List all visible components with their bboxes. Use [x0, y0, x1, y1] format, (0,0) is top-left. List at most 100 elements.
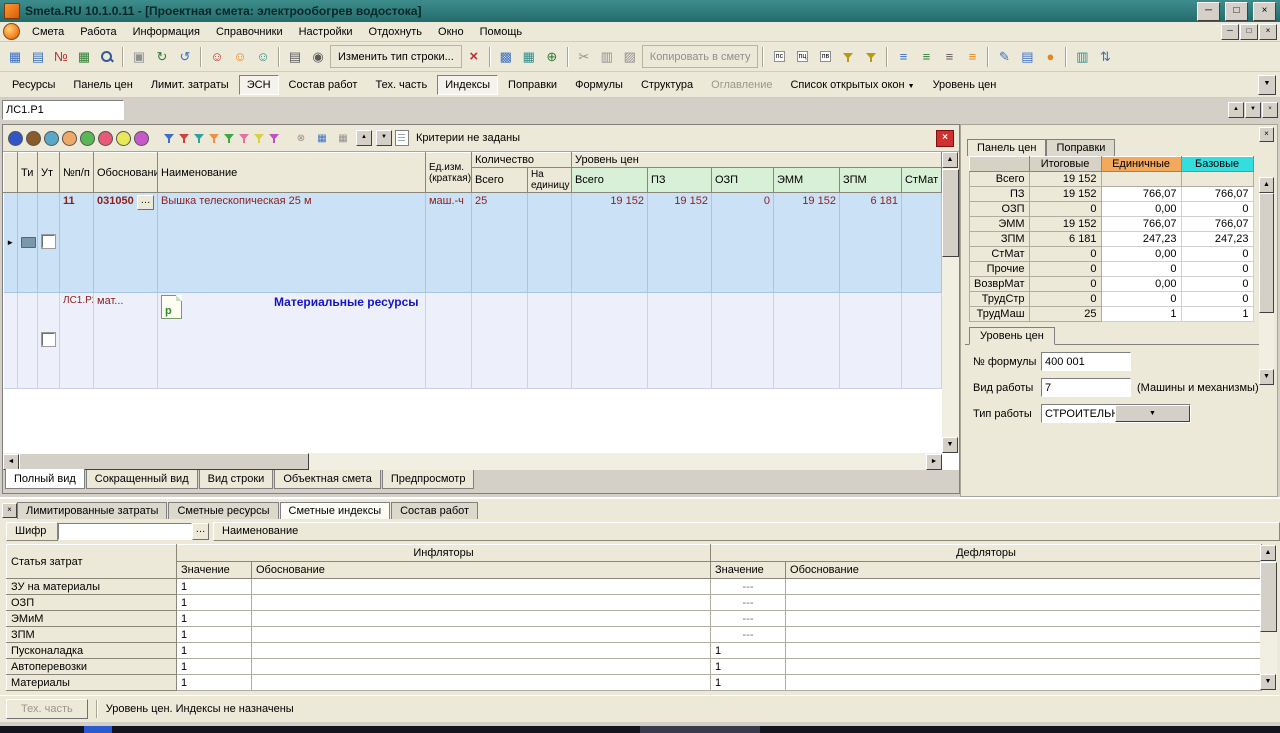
unit-value[interactable]: [1101, 172, 1181, 187]
col-header-ut[interactable]: Ут: [38, 153, 60, 193]
deflator-basis-cell[interactable]: [786, 643, 1262, 659]
tab-limit-zatraty[interactable]: Лимит. затраты: [143, 75, 237, 95]
deflator-value-cell[interactable]: 1: [711, 659, 786, 675]
base-value[interactable]: 766,07: [1181, 187, 1253, 202]
color-dot-brown-icon[interactable]: [26, 131, 41, 146]
col-header-inf-value[interactable]: Значение: [177, 562, 252, 579]
col-header-inf-basis[interactable]: Обоснование: [252, 562, 711, 579]
name-cell[interactable]: Вышка телескопическая 25 м: [158, 193, 426, 293]
qty-total-cell[interactable]: 25: [471, 193, 527, 293]
col-header-bazovye[interactable]: Базовые: [1181, 157, 1253, 172]
unit-value[interactable]: 247,23: [1101, 232, 1181, 247]
row-num-cell[interactable]: 11: [60, 193, 94, 293]
outline-level4-icon[interactable]: ≡: [961, 46, 983, 68]
inflator-value-cell[interactable]: 1: [177, 579, 252, 595]
scroll-up-icon[interactable]: ▲: [1259, 177, 1274, 193]
search-icon[interactable]: [96, 46, 118, 68]
work-kind-input[interactable]: [1041, 378, 1131, 397]
zpm-cell[interactable]: 6 181: [839, 193, 901, 293]
outline-level3-icon[interactable]: ≡: [938, 46, 960, 68]
filter-add-icon[interactable]: [837, 46, 859, 68]
menu-nastroyki[interactable]: Настройки: [291, 24, 361, 40]
qty-per-unit-cell[interactable]: [527, 293, 571, 389]
inflator-basis-cell[interactable]: [252, 659, 711, 675]
row-type-cell[interactable]: [18, 193, 38, 293]
user-add-icon[interactable]: ☺: [229, 46, 251, 68]
refresh-icon[interactable]: ↻: [151, 46, 173, 68]
col-header-price-total[interactable]: Всего: [571, 168, 647, 193]
col-header-unit[interactable]: Ед.изм. (краткая): [425, 153, 471, 193]
deflator-value-cell[interactable]: ---: [711, 595, 786, 611]
tab-estimate-resources[interactable]: Сметные ресурсы: [168, 502, 278, 519]
basis-cell[interactable]: мат...: [94, 293, 158, 389]
deflator-value-cell[interactable]: 1: [711, 675, 786, 691]
tab-popravki[interactable]: Поправки: [500, 75, 565, 95]
base-value[interactable]: 1: [1181, 307, 1253, 322]
scroll-down-icon[interactable]: ▼: [1260, 674, 1276, 690]
minimize-icon[interactable]: ─: [1197, 2, 1220, 21]
apply-filter-grid-icon[interactable]: ▦: [313, 129, 331, 147]
tab-formuly[interactable]: Формулы: [567, 75, 631, 95]
grid-horizontal-scrollbar[interactable]: ◄ ►: [3, 453, 942, 470]
base-value[interactable]: 0: [1181, 292, 1253, 307]
filter-funnel-magenta-icon[interactable]: [268, 132, 280, 144]
col-header-ozp[interactable]: ОЗП: [711, 168, 773, 193]
unit-value[interactable]: 1: [1101, 307, 1181, 322]
tab-esn[interactable]: ЭСН: [239, 75, 279, 95]
stmat-cell[interactable]: [901, 293, 941, 389]
insert-rows-icon[interactable]: ▤: [27, 46, 49, 68]
col-group-qty[interactable]: Количество: [471, 153, 571, 168]
approve-checkbox[interactable]: [42, 235, 55, 248]
inflator-value-cell[interactable]: 1: [177, 659, 252, 675]
inflator-value-cell[interactable]: 1: [177, 611, 252, 627]
unit-value[interactable]: 0,00: [1101, 202, 1181, 217]
excel-export-icon[interactable]: ▦: [73, 46, 95, 68]
menu-rabota[interactable]: Работа: [72, 24, 124, 40]
ozp-cell[interactable]: 0: [711, 193, 773, 293]
unit-value[interactable]: 0: [1101, 262, 1181, 277]
scroll-right-icon[interactable]: ►: [926, 454, 942, 470]
reload-icon[interactable]: ↺: [174, 46, 196, 68]
formula-input[interactable]: [1041, 352, 1131, 371]
col-header-qty-per-unit[interactable]: На единицу: [527, 168, 571, 193]
tab-sostav-rabot[interactable]: Состав работ: [281, 75, 366, 95]
col-header-stmat[interactable]: СтМат: [901, 168, 941, 193]
base-value[interactable]: 247,23: [1181, 232, 1253, 247]
grid-add-icon[interactable]: ⊕: [541, 46, 563, 68]
col-header-cost-article[interactable]: Статья затрат: [7, 545, 177, 579]
wizard-icon[interactable]: ☺: [252, 46, 274, 68]
open-windows-dropdown[interactable]: Список открытых окон▼: [782, 75, 922, 95]
tab-resursy[interactable]: Ресурсы: [4, 75, 63, 95]
close-filter-row-icon[interactable]: ×: [936, 130, 954, 147]
view-tab-short[interactable]: Сокращенный вид: [86, 470, 198, 489]
outline-level1-icon[interactable]: ≡: [892, 46, 914, 68]
grid-vertical-scrollbar[interactable]: ▲ ▼: [942, 152, 959, 453]
scroll-thumb[interactable]: [942, 169, 959, 257]
deflator-value-cell[interactable]: ---: [711, 579, 786, 595]
base-value[interactable]: 0: [1181, 277, 1253, 292]
inflator-basis-cell[interactable]: [252, 579, 711, 595]
price-list-icon[interactable]: №: [50, 46, 72, 68]
color-dot-magenta-icon[interactable]: [134, 131, 149, 146]
filter-funnel-red-icon[interactable]: [178, 132, 190, 144]
basis-cell[interactable]: 031050…: [94, 193, 158, 293]
view-tab-row[interactable]: Вид строки: [199, 470, 274, 489]
change-row-type-button[interactable]: Изменить тип строки...: [330, 45, 462, 68]
name-column-header[interactable]: Наименование: [213, 522, 1280, 541]
col-group-inflators[interactable]: Инфляторы: [177, 545, 711, 562]
approve-cell[interactable]: [38, 193, 60, 293]
indexes-panel-close-icon[interactable]: ×: [2, 503, 17, 518]
price-total-cell[interactable]: [571, 293, 647, 389]
close-icon[interactable]: ×: [1253, 2, 1276, 21]
pz-cell[interactable]: [647, 293, 711, 389]
estimate-grid-icon[interactable]: ▦: [4, 46, 26, 68]
tab-struktura[interactable]: Структура: [633, 75, 701, 95]
mdi-restore-icon[interactable]: □: [1240, 24, 1258, 40]
delete-row-icon[interactable]: ×: [463, 46, 485, 68]
panel-scroll-down-icon[interactable]: ▼: [1245, 102, 1261, 118]
app-menu-icon[interactable]: [3, 23, 20, 40]
base-value[interactable]: [1181, 172, 1253, 187]
scroll-thumb[interactable]: [1259, 193, 1274, 313]
menu-spravochniki[interactable]: Справочники: [208, 24, 291, 40]
grid-row-materials-section[interactable]: ЛС1.Р2 мат... рМатериальные ресурсы: [4, 293, 942, 389]
